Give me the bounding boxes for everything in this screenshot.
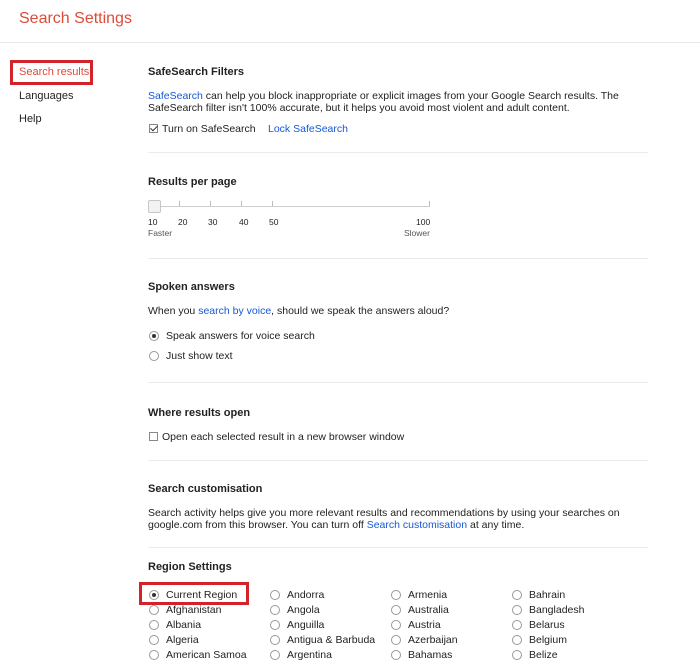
- safesearch-description: SafeSearch can help you block inappropri…: [148, 90, 619, 102]
- slider-tick-label: 50: [269, 217, 279, 227]
- region-radio[interactable]: [149, 605, 159, 615]
- spoken-answers-description: When you search by voice, should we spea…: [148, 305, 449, 317]
- region-radio[interactable]: [391, 650, 401, 660]
- search-by-voice-link[interactable]: search by voice: [198, 305, 271, 317]
- divider: [148, 547, 648, 548]
- region-label[interactable]: Anguilla: [287, 619, 324, 631]
- region-label[interactable]: Algeria: [166, 634, 199, 646]
- slider-tick: [272, 201, 273, 206]
- region-radio-current-region[interactable]: [149, 590, 159, 600]
- page-title: Search Settings: [19, 10, 132, 27]
- slider-tick: [210, 201, 211, 206]
- region-label[interactable]: Austria: [408, 619, 441, 631]
- region-label[interactable]: Andorra: [287, 589, 324, 601]
- region-radio[interactable]: [391, 635, 401, 645]
- spoken-text-pre: When you: [148, 305, 199, 317]
- safesearch-checkbox[interactable]: [149, 124, 158, 133]
- region-label[interactable]: Antigua & Barbuda: [287, 634, 375, 646]
- divider: [148, 258, 648, 259]
- region-radio[interactable]: [149, 650, 159, 660]
- customisation-desc-line2: google.com from this browser. You can tu…: [148, 519, 524, 531]
- region-label[interactable]: Afghanistan: [166, 604, 221, 616]
- region-label[interactable]: Bangladesh: [529, 604, 584, 616]
- customisation-text-post: at any time.: [467, 519, 525, 531]
- region-label[interactable]: American Samoa: [166, 649, 247, 661]
- slider-tick: [179, 201, 180, 206]
- region-label[interactable]: Bahamas: [408, 649, 452, 661]
- region-label[interactable]: Current Region: [166, 589, 237, 601]
- region-radio[interactable]: [512, 620, 522, 630]
- region-radio[interactable]: [391, 590, 401, 600]
- slider-slower-label: Slower: [404, 228, 430, 238]
- just-show-text-label[interactable]: Just show text: [166, 350, 233, 362]
- divider: [148, 460, 648, 461]
- page-header: Search Settings: [0, 0, 700, 43]
- results-slider-handle[interactable]: [148, 200, 161, 213]
- region-radio[interactable]: [270, 650, 280, 660]
- sidebar-item-languages[interactable]: Languages: [19, 90, 73, 102]
- region-radio[interactable]: [270, 635, 280, 645]
- results-per-page-title: Results per page: [148, 176, 237, 188]
- slider-tick-label: 40: [239, 217, 249, 227]
- region-radio[interactable]: [391, 620, 401, 630]
- customisation-text-pre: google.com from this browser. You can tu…: [148, 519, 367, 531]
- slider-tick: [429, 201, 430, 206]
- slider-tick-label: 100: [416, 217, 431, 227]
- region-settings-title: Region Settings: [148, 561, 232, 573]
- new-window-checkbox[interactable]: [149, 432, 158, 441]
- customisation-desc-line1: Search activity helps give you more rele…: [148, 507, 620, 519]
- region-label[interactable]: Bahrain: [529, 589, 565, 601]
- safesearch-link[interactable]: SafeSearch: [148, 90, 203, 102]
- search-customisation-link[interactable]: Search customisation: [367, 519, 467, 531]
- region-label[interactable]: Albania: [166, 619, 201, 631]
- sidebar-item-search-results[interactable]: Search results: [19, 66, 89, 78]
- speak-answers-label[interactable]: Speak answers for voice search: [166, 330, 315, 342]
- safesearch-desc-line1: can help you block inappropriate or expl…: [202, 90, 619, 102]
- region-radio[interactable]: [149, 635, 159, 645]
- region-label[interactable]: Belarus: [529, 619, 565, 631]
- region-label[interactable]: Argentina: [287, 649, 332, 661]
- where-results-open-title: Where results open: [148, 407, 251, 419]
- lock-safesearch-link[interactable]: Lock SafeSearch: [268, 123, 348, 135]
- slider-tick: [241, 201, 242, 206]
- divider: [148, 152, 648, 153]
- region-label[interactable]: Australia: [408, 604, 449, 616]
- slider-faster-label: Faster: [148, 228, 173, 238]
- safesearch-checkbox-label[interactable]: Turn on SafeSearch: [162, 123, 256, 135]
- region-radio[interactable]: [391, 605, 401, 615]
- region-label[interactable]: Angola: [287, 604, 320, 616]
- region-radio[interactable]: [512, 590, 522, 600]
- region-label[interactable]: Belize: [529, 649, 558, 661]
- search-customisation-title: Search customisation: [148, 483, 263, 495]
- region-label[interactable]: Azerbaijan: [408, 634, 458, 646]
- slider-tick-label: 20: [178, 217, 188, 227]
- region-radio[interactable]: [512, 650, 522, 660]
- region-radio[interactable]: [512, 635, 522, 645]
- region-radio[interactable]: [149, 620, 159, 630]
- divider: [148, 382, 648, 383]
- region-label[interactable]: Belgium: [529, 634, 567, 646]
- spoken-text-post: , should we speak the answers aloud?: [271, 305, 450, 317]
- new-window-label[interactable]: Open each selected result in a new brows…: [162, 431, 404, 443]
- just-show-text-radio[interactable]: [149, 351, 159, 361]
- safesearch-desc-line2: SafeSearch filter isn't 100% accurate, b…: [148, 102, 570, 114]
- region-radio[interactable]: [270, 605, 280, 615]
- sidebar-item-help[interactable]: Help: [19, 113, 42, 125]
- region-radio[interactable]: [270, 620, 280, 630]
- slider-tick-label: 30: [208, 217, 218, 227]
- region-radio[interactable]: [270, 590, 280, 600]
- speak-answers-radio[interactable]: [149, 331, 159, 341]
- safesearch-title: SafeSearch Filters: [148, 66, 244, 78]
- region-label[interactable]: Armenia: [408, 589, 447, 601]
- spoken-answers-title: Spoken answers: [148, 281, 235, 293]
- region-radio[interactable]: [512, 605, 522, 615]
- results-slider-track[interactable]: [150, 206, 430, 207]
- slider-tick-label: 10: [148, 217, 158, 227]
